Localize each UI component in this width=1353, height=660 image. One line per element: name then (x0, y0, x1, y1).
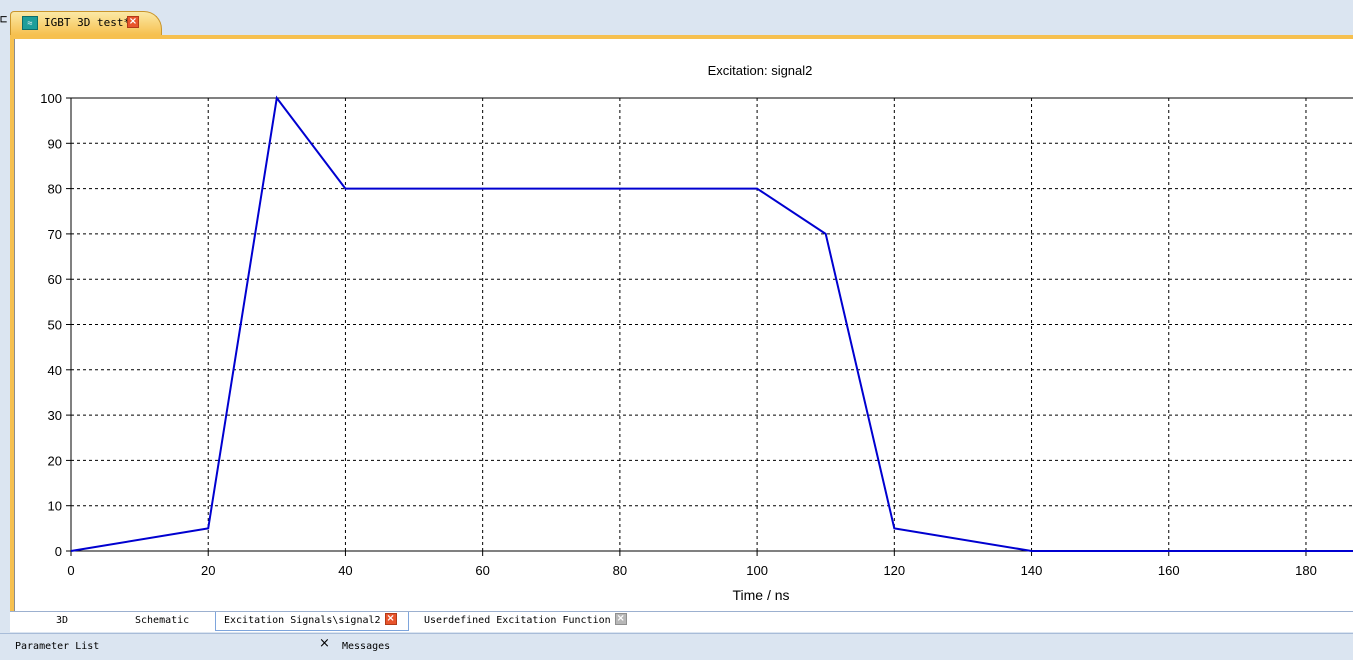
tab-excitation-signals[interactable]: Excitation Signals\signal2 × (215, 612, 409, 631)
x-tick-label: 100 (746, 563, 768, 578)
y-tick-label: 0 (55, 544, 62, 559)
parameter-list-panel-title[interactable]: Parameter List (15, 634, 99, 653)
messages-panel-title[interactable]: Messages (342, 634, 390, 653)
tab-schematic-label: Schematic (135, 615, 190, 626)
close-icon[interactable]: × (384, 613, 397, 625)
signal-app-icon: ≈ (22, 16, 38, 30)
document-tab-title: IGBT 3D test* (44, 16, 131, 29)
tab-excitation-signals-label: Excitation Signals\signal2 (224, 615, 381, 626)
close-icon[interactable]: × (127, 16, 139, 28)
bottom-panel-headers: Parameter List × Messages (0, 633, 1353, 653)
document-tab-igbt[interactable]: ≈ IGBT 3D test* × (10, 11, 162, 35)
y-tick-label: 90 (48, 136, 62, 151)
y-tick-label: 20 (48, 453, 62, 468)
y-tick-label: 60 (48, 272, 62, 287)
tab-3d[interactable]: 3D (56, 612, 68, 631)
tab-schematic[interactable]: Schematic (135, 612, 189, 631)
chart-ticks: 0 20 40 60 80 100 120 140 160 180 0 10 20 30 40 50 60 70 8… (40, 91, 1317, 578)
chart-grid (71, 98, 1353, 551)
x-tick-label: 120 (883, 563, 905, 578)
close-icon[interactable]: × (319, 637, 330, 650)
y-tick-label: 50 (48, 318, 62, 333)
x-tick-label: 180 (1295, 563, 1317, 578)
y-tick-label: 70 (48, 227, 62, 242)
view-tab-bar: 3D Schematic Excitation Signals\signal2 ×… (10, 611, 1353, 632)
x-tick-label: 0 (67, 563, 74, 578)
x-tick-label: 140 (1021, 563, 1043, 578)
x-tick-label: 40 (338, 563, 352, 578)
y-tick-label: 80 (48, 182, 62, 197)
excitation-chart: Excitation: signal2 0 20 40 60 80 100 120 140 16… (40, 63, 1353, 603)
x-axis-label: Time / ns (732, 587, 789, 603)
y-tick-label: 100 (40, 91, 62, 106)
left-edge-handle[interactable]: ⊏ (0, 10, 7, 28)
document-tab-bar (0, 0, 1353, 36)
y-tick-label: 30 (48, 408, 62, 423)
x-tick-label: 80 (613, 563, 627, 578)
y-tick-label: 10 (48, 499, 62, 514)
y-tick-label: 40 (48, 363, 62, 378)
x-tick-label: 20 (201, 563, 215, 578)
close-icon[interactable]: × (614, 613, 627, 625)
x-tick-label: 60 (475, 563, 489, 578)
chart-title: Excitation: signal2 (708, 63, 813, 78)
tab-3d-label: 3D (56, 615, 69, 626)
tab-userdefined-excitation-label: Userdefined Excitation Function (424, 615, 611, 626)
x-tick-label: 160 (1158, 563, 1180, 578)
plot-area: Excitation: signal2 0 20 40 60 80 100 120 140 16… (14, 39, 1353, 611)
tab-userdefined-excitation[interactable]: Userdefined Excitation Function × (424, 612, 627, 631)
